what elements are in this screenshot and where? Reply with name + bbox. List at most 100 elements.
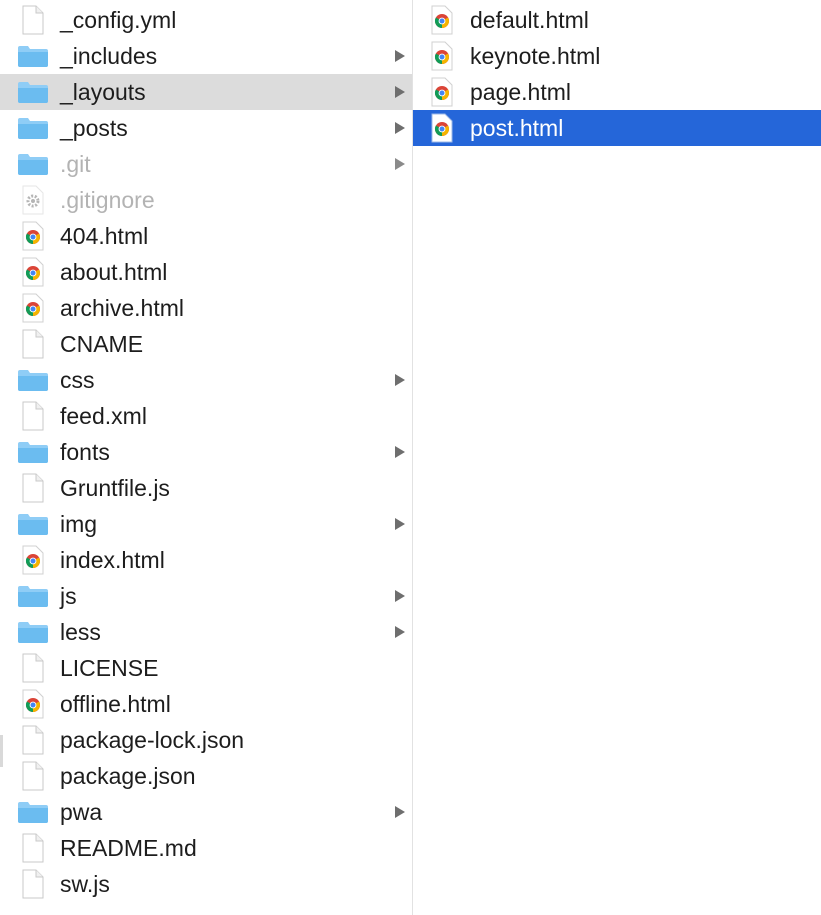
layouts-folder-column[interactable]: default.html keynote.html page.html post.ht… — [413, 2, 821, 915]
item-name: about.html — [60, 259, 168, 285]
parent-folder-column[interactable]: _config.yml _includes _layouts _posts .git .g… — [0, 2, 412, 915]
chrome-icon — [14, 218, 52, 254]
file-item-about-html[interactable]: about.html — [0, 254, 412, 290]
finder-column-browser: _config.yml _includes _layouts _posts .git .g… — [0, 0, 821, 915]
file-item-index-html[interactable]: index.html — [0, 542, 412, 578]
item-name: Gruntfile.js — [60, 475, 170, 501]
folder-icon — [14, 146, 52, 182]
item-name: fonts — [60, 439, 110, 465]
item-name: page.html — [470, 79, 572, 105]
file-item-offline-html[interactable]: offline.html — [0, 686, 412, 722]
scroll-edge-marker — [0, 735, 3, 767]
chrome-icon — [14, 542, 52, 578]
document-icon — [14, 758, 52, 794]
file-item-license[interactable]: LICENSE — [0, 650, 412, 686]
file-item-readme-md[interactable]: README.md — [0, 830, 412, 866]
file-item-archive-html[interactable]: archive.html — [0, 290, 412, 326]
layout-item-default-html[interactable]: default.html — [413, 2, 821, 38]
gear-icon — [14, 182, 52, 218]
file-item-css[interactable]: css — [0, 362, 412, 398]
file-item-js[interactable]: js — [0, 578, 412, 614]
folder-icon — [14, 434, 52, 470]
chrome-icon — [14, 254, 52, 290]
item-name: .git — [60, 151, 91, 177]
chrome-icon — [14, 290, 52, 326]
file-item-gitignore[interactable]: .gitignore — [0, 182, 412, 218]
chrome-icon — [427, 110, 457, 146]
document-icon — [14, 470, 52, 506]
item-name: archive.html — [60, 295, 184, 321]
item-name: LICENSE — [60, 655, 159, 681]
layout-item-post-html[interactable]: post.html — [413, 110, 821, 146]
chrome-icon — [427, 2, 457, 38]
item-name: CNAME — [60, 331, 144, 357]
item-name: offline.html — [60, 691, 171, 717]
document-icon — [14, 2, 52, 38]
file-item-config-yml[interactable]: _config.yml — [0, 2, 412, 38]
disclosure-arrow-icon — [392, 38, 408, 74]
item-name: index.html — [60, 547, 165, 573]
chrome-icon — [427, 38, 457, 74]
disclosure-arrow-icon — [392, 110, 408, 146]
file-item-layouts[interactable]: _layouts — [0, 74, 412, 110]
folder-icon — [14, 794, 52, 830]
file-item-404-html[interactable]: 404.html — [0, 218, 412, 254]
item-name: 404.html — [60, 223, 149, 249]
folder-icon — [14, 506, 52, 542]
item-name: package-lock.json — [60, 727, 245, 753]
disclosure-arrow-icon — [392, 362, 408, 398]
folder-icon — [14, 38, 52, 74]
disclosure-arrow-icon — [392, 794, 408, 830]
item-name: js — [60, 583, 77, 609]
item-name: README.md — [60, 835, 197, 861]
file-item-less[interactable]: less — [0, 614, 412, 650]
file-item-feed-xml[interactable]: feed.xml — [0, 398, 412, 434]
item-name: pwa — [60, 799, 103, 825]
item-name: less — [60, 619, 101, 645]
document-icon — [14, 650, 52, 686]
item-name: sw.js — [60, 871, 110, 897]
disclosure-arrow-icon — [392, 506, 408, 542]
item-name: default.html — [470, 7, 589, 33]
disclosure-arrow-icon — [392, 614, 408, 650]
disclosure-arrow-icon — [392, 146, 408, 182]
file-item-includes[interactable]: _includes — [0, 38, 412, 74]
file-item-cname[interactable]: CNAME — [0, 326, 412, 362]
folder-icon — [14, 110, 52, 146]
folder-icon — [14, 614, 52, 650]
file-item-img[interactable]: img — [0, 506, 412, 542]
item-name: feed.xml — [60, 403, 147, 429]
item-name: _posts — [60, 115, 128, 141]
file-item-gruntfile-js[interactable]: Gruntfile.js — [0, 470, 412, 506]
chrome-icon — [14, 686, 52, 722]
file-item-pwa[interactable]: pwa — [0, 794, 412, 830]
item-name: keynote.html — [470, 43, 601, 69]
file-item-sw-js[interactable]: sw.js — [0, 866, 412, 902]
item-name: post.html — [470, 115, 564, 141]
document-icon — [14, 326, 52, 362]
item-name: package.json — [60, 763, 196, 789]
document-icon — [14, 830, 52, 866]
document-icon — [14, 398, 52, 434]
item-name: .gitignore — [60, 187, 155, 213]
disclosure-arrow-icon — [392, 434, 408, 470]
item-name: img — [60, 511, 98, 537]
layout-item-keynote-html[interactable]: keynote.html — [413, 38, 821, 74]
disclosure-arrow-icon — [392, 74, 408, 110]
file-item-git[interactable]: .git — [0, 146, 412, 182]
layout-item-page-html[interactable]: page.html — [413, 74, 821, 110]
file-item-package-json[interactable]: package.json — [0, 758, 412, 794]
folder-icon — [14, 362, 52, 398]
item-name: _includes — [60, 43, 158, 69]
folder-icon — [14, 578, 52, 614]
document-icon — [14, 866, 52, 902]
item-name: _config.yml — [60, 7, 177, 33]
file-item-package-lock-json[interactable]: package-lock.json — [0, 722, 412, 758]
folder-icon — [14, 74, 52, 110]
chrome-icon — [427, 74, 457, 110]
file-item-posts[interactable]: _posts — [0, 110, 412, 146]
item-name: _layouts — [60, 79, 146, 105]
file-item-fonts[interactable]: fonts — [0, 434, 412, 470]
document-icon — [14, 722, 52, 758]
disclosure-arrow-icon — [392, 578, 408, 614]
